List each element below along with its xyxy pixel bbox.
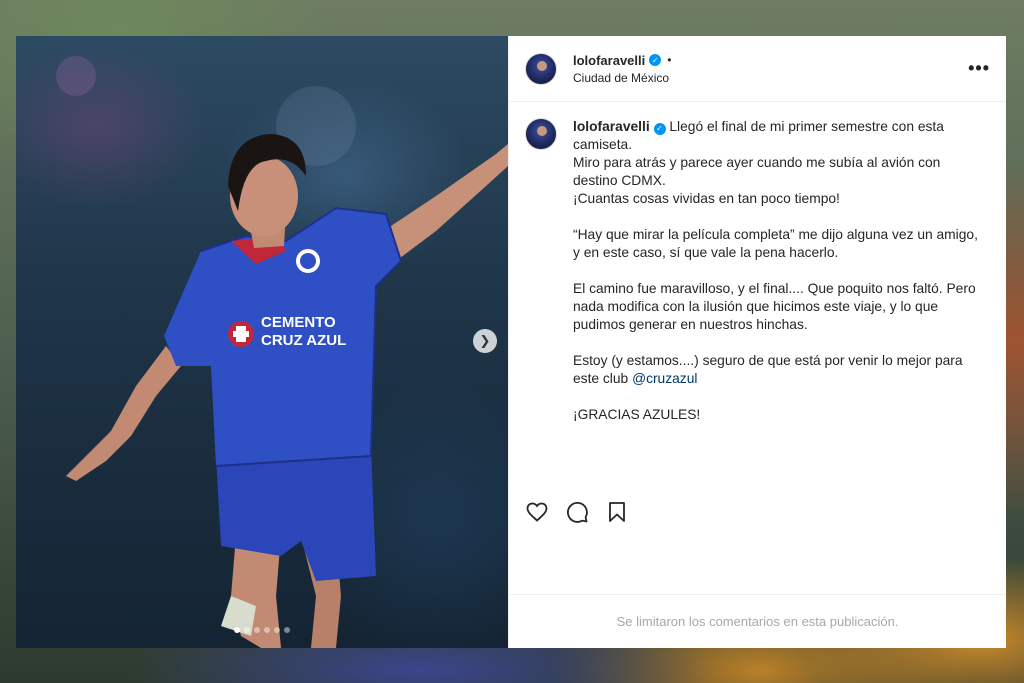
carousel-dot — [264, 627, 270, 633]
carousel-dot — [254, 627, 260, 633]
location-link[interactable]: Ciudad de México — [573, 71, 671, 85]
caption-avatar[interactable] — [525, 118, 557, 150]
post-details-panel: lolofaravelli ✓ • Ciudad de México ••• l… — [508, 36, 1006, 648]
carousel-dot — [244, 627, 250, 633]
mention-link[interactable]: @cruzazul — [632, 371, 697, 386]
bookmark-icon[interactable] — [605, 500, 629, 524]
comment-icon[interactable] — [565, 500, 589, 524]
post-card: CEMENTO CRUZ AZUL ❯ lolofaravelli ✓ • Ci… — [16, 36, 1006, 648]
caption-line-3: ¡Cuantas cosas vividas en tan poco tiemp… — [573, 191, 840, 206]
caption-paragraph-3: El camino fue maravilloso, y el final...… — [573, 281, 976, 332]
jersey-sponsor-line1: CEMENTO — [261, 314, 336, 331]
action-bar — [509, 492, 1006, 532]
caption-paragraph-2: “Hay que mirar la película completa” me … — [573, 227, 978, 260]
caption-paragraph-5: ¡GRACIAS AZULES! — [573, 407, 701, 422]
jersey-sponsor-line2: CRUZ AZUL — [261, 332, 346, 349]
caption-username-link[interactable]: lolofaravelli — [573, 119, 650, 134]
verified-badge-icon: ✓ — [653, 123, 666, 135]
carousel-dot — [274, 627, 280, 633]
heart-icon[interactable] — [525, 500, 549, 524]
avatar[interactable] — [525, 52, 557, 85]
header-separator: • — [667, 53, 672, 67]
caption-line-2: Miro para atrás y parece ayer cuando me … — [573, 155, 941, 188]
post-photo[interactable]: CEMENTO CRUZ AZUL ❯ — [16, 36, 508, 648]
comments-limited-notice: Se limitaron los comentarios en esta pub… — [509, 594, 1006, 648]
chevron-right-icon: ❯ — [479, 333, 491, 348]
post-header: lolofaravelli ✓ • Ciudad de México ••• — [509, 36, 1006, 102]
verified-badge-icon: ✓ — [649, 54, 662, 66]
player-illustration: CEMENTO CRUZ AZUL — [56, 56, 508, 648]
more-options-icon[interactable]: ••• — [968, 58, 990, 79]
caption: lolofaravelli ✓ Llegó el final de mi pri… — [509, 102, 1006, 442]
carousel-dot — [284, 627, 290, 633]
username-link[interactable]: lolofaravelli — [573, 53, 645, 68]
carousel-next-button[interactable]: ❯ — [473, 329, 497, 353]
caption-text: lolofaravelli ✓ Llegó el final de mi pri… — [573, 118, 983, 442]
carousel-indicators — [16, 627, 508, 633]
carousel-dot — [234, 627, 240, 633]
